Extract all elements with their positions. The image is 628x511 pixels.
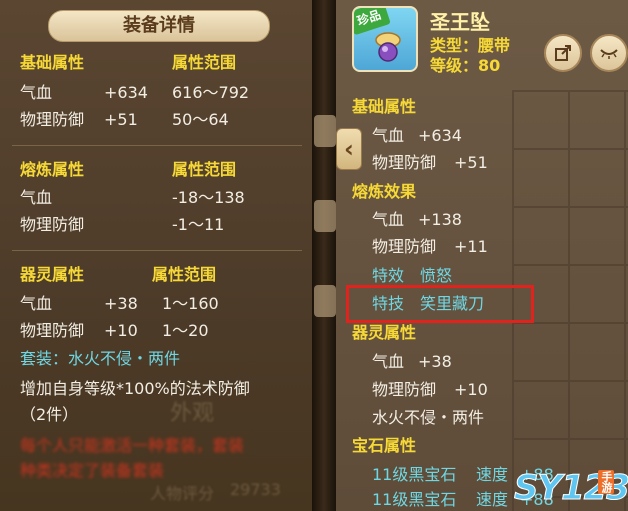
hide-button[interactable] (590, 34, 628, 72)
eye-closed-icon (600, 49, 618, 59)
refine-row-range: -1～11 (172, 215, 225, 234)
refine-effect-header: 熔炼效果 (352, 182, 417, 201)
panel-title: 装备详情 (48, 10, 270, 42)
base-row-value: +634 (418, 126, 462, 145)
list-item[interactable] (314, 115, 336, 147)
pendant-icon (375, 32, 401, 62)
base-range-header: 属性范围 (172, 53, 237, 72)
effect-label: 特效 (372, 266, 405, 285)
base-row-name: 气血 (372, 126, 405, 145)
spirit-row-value: +10 (454, 380, 488, 399)
gem-name: 11级黑宝石 (372, 490, 457, 509)
base-attr-header: 基础属性 (20, 53, 85, 72)
bg-appearance-text: 外观 (170, 401, 215, 426)
divider (12, 145, 302, 146)
spirit-row-value: +10 (104, 321, 138, 340)
set-name: 水火不侵・两件 (372, 408, 485, 427)
refine-attr-header: 熔炼属性 (20, 160, 85, 179)
set-label: 套装：水火不侵・两件 (20, 349, 181, 368)
site-watermark: SY123 手游 (512, 460, 628, 511)
base-row-value: +634 (104, 83, 148, 102)
item-list-strip (312, 0, 336, 511)
refine-row-name: 气血 (20, 188, 53, 207)
base-row-name: 物理防御 (372, 153, 437, 172)
set-note-line1: 每个人只能激活一种套装，套装 (20, 436, 245, 455)
item-icon-slot[interactable]: 珍品 (352, 6, 418, 72)
item-type: 类型：腰带 (430, 36, 511, 55)
base-row-value: +51 (454, 153, 488, 172)
gem-attr-header: 宝石属性 (352, 436, 417, 455)
set-effect: 增加自身等级*100%的法术防御 (20, 379, 250, 398)
set-count: （2件） (20, 405, 79, 424)
bg-score-label: 人物评分 (150, 484, 215, 503)
item-name: 圣王坠 (430, 10, 490, 34)
prev-item-button[interactable]: ‹ (336, 128, 362, 170)
refine-row-range: -18～138 (172, 188, 245, 207)
spirit-row-range: 1～160 (162, 294, 219, 313)
base-row-range: 50～64 (172, 110, 229, 129)
share-button[interactable] (544, 34, 582, 72)
list-item[interactable] (314, 200, 336, 232)
spirit-attr-header: 器灵属性 (20, 265, 85, 284)
refine-range-header: 属性范围 (172, 160, 237, 179)
base-row-range: 616～792 (172, 83, 250, 102)
spirit-row-value: +38 (418, 352, 452, 371)
base-row-name: 物理防御 (20, 110, 85, 129)
spirit-row-range: 1～20 (162, 321, 209, 340)
set-note-line2: 种类决定了装备套装 (20, 461, 165, 480)
spirit-attr-header: 器灵属性 (352, 323, 417, 342)
watermark-tag: 手游 (598, 470, 614, 494)
bg-score-value: 29733 (230, 480, 281, 499)
base-row-name: 气血 (20, 83, 53, 102)
refine-row-name: 物理防御 (372, 237, 437, 256)
spirit-row-value: +38 (104, 294, 138, 313)
refine-row-name: 气血 (372, 210, 405, 229)
spirit-row-name: 物理防御 (372, 380, 437, 399)
item-level: 等级：80 (430, 56, 501, 75)
gem-stat: 速度 (476, 490, 509, 509)
refine-row-value: +11 (454, 237, 488, 256)
base-row-value: +51 (104, 110, 138, 129)
base-attr-header: 基础属性 (352, 97, 417, 116)
gem-name: 11级黑宝石 (372, 465, 457, 484)
spirit-row-name: 物理防御 (20, 321, 85, 340)
gem-stat: 速度 (476, 465, 509, 484)
divider (12, 250, 302, 251)
spirit-row-name: 气血 (372, 352, 405, 371)
spirit-row-name: 气血 (20, 294, 53, 313)
refine-row-value: +138 (418, 210, 462, 229)
spirit-range-header: 属性范围 (152, 265, 217, 284)
equipment-detail-panel: 外观 人物评分 29733 (0, 0, 312, 511)
skill-highlight-box (346, 285, 534, 323)
list-item[interactable] (314, 285, 336, 317)
share-icon (555, 45, 571, 61)
effect-value: 愤怒 (420, 266, 453, 285)
refine-row-name: 物理防御 (20, 215, 85, 234)
